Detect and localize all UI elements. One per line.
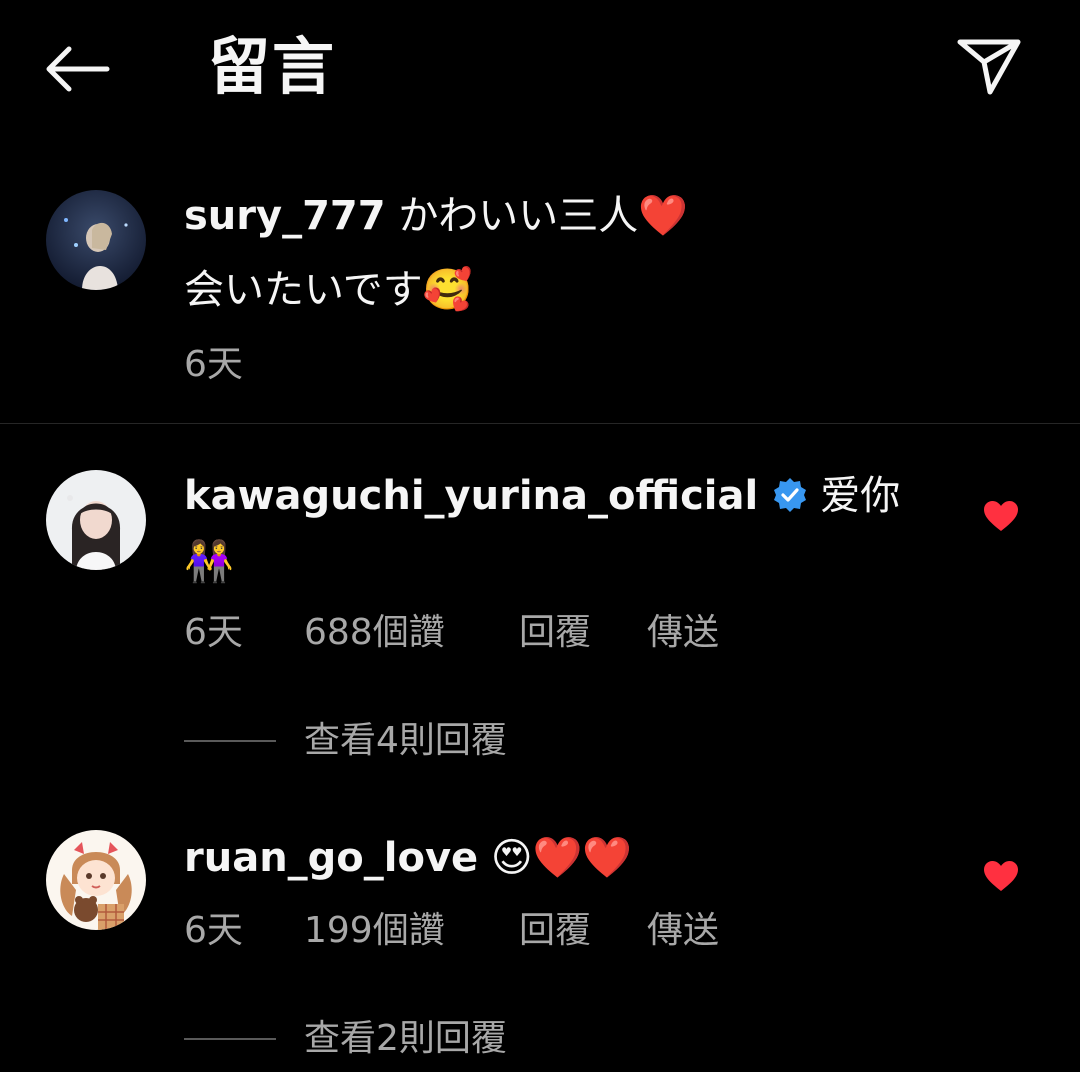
comment-line-1: ruan_go_love 😍❤️❤️: [184, 828, 632, 888]
likes-count[interactable]: 199個讚: [304, 906, 519, 956]
username[interactable]: kawaguchi_yurina_official: [184, 473, 758, 519]
divider: [0, 423, 1080, 424]
timestamp: 6天: [184, 612, 243, 653]
comment-text: かわいい三人❤️: [398, 193, 689, 239]
back-arrow-icon: [46, 46, 110, 92]
comment-line-1: kawaguchi_yurina_official 爱你: [184, 466, 900, 526]
view-replies-button[interactable]: 查看4則回覆: [184, 716, 507, 766]
back-button[interactable]: [38, 34, 118, 104]
send-button[interactable]: 傳送: [647, 608, 719, 658]
comment-line-2: 👭: [184, 539, 234, 585]
share-button[interactable]: [946, 26, 1032, 106]
timestamp: 6天: [184, 910, 243, 951]
verified-badge-icon: [774, 478, 807, 512]
heart-icon: [984, 861, 1018, 891]
reply-button[interactable]: 回覆: [519, 906, 647, 956]
username[interactable]: sury_777: [184, 193, 386, 239]
divider-line: [184, 1038, 276, 1040]
comment-line-2: 会いたいです🥰: [184, 267, 473, 313]
comment-text: 😍❤️❤️: [490, 835, 633, 881]
avatar[interactable]: [46, 830, 146, 930]
comment-meta: 6天 688個讚 回覆 傳送: [184, 608, 719, 658]
avatar-image: [46, 470, 146, 570]
divider-line: [184, 740, 276, 742]
comment-meta: 6天: [184, 340, 304, 390]
like-button[interactable]: [978, 856, 1024, 896]
view-replies-button[interactable]: 查看2則回覆: [184, 1014, 507, 1064]
avatar[interactable]: [46, 470, 146, 570]
like-button[interactable]: [978, 496, 1024, 536]
comment-text: 爱你: [820, 473, 901, 519]
comment-meta: 6天 199個讚 回覆 傳送: [184, 906, 719, 956]
paper-plane-icon: [957, 39, 1021, 95]
top-bar: 留言: [0, 0, 1080, 134]
timestamp: 6天: [184, 344, 243, 385]
view-replies-label: 查看2則回覆: [304, 1018, 507, 1059]
likes-count[interactable]: 688個讚: [304, 608, 519, 658]
avatar-image: [46, 830, 146, 930]
page-title: 留言: [208, 30, 337, 103]
avatar-image: [46, 190, 146, 290]
send-button[interactable]: 傳送: [647, 906, 719, 956]
heart-icon: [984, 501, 1018, 531]
view-replies-label: 查看4則回覆: [304, 720, 507, 761]
username[interactable]: ruan_go_love: [184, 835, 478, 881]
avatar[interactable]: [46, 190, 146, 290]
reply-button[interactable]: 回覆: [519, 608, 647, 658]
comment-line-1: sury_777 かわいい三人❤️: [184, 186, 688, 246]
